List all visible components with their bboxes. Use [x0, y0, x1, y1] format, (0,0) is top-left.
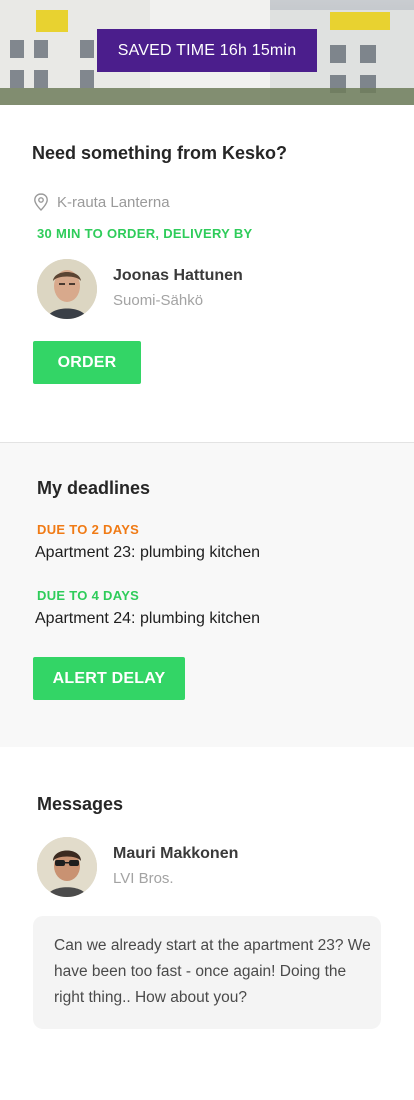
sender-company: LVI Bros.	[113, 870, 174, 887]
avatar	[37, 837, 97, 897]
window	[34, 40, 48, 58]
saved-time-banner: SAVED TIME 16h 15min	[97, 29, 317, 72]
order-section: Need something from Kesko? K-rauta Lante…	[0, 105, 414, 442]
window	[34, 70, 48, 88]
avatar	[37, 259, 97, 319]
window	[330, 45, 346, 63]
greenery	[0, 88, 414, 105]
order-button[interactable]: ORDER	[33, 341, 141, 384]
store-location: K-rauta Lanterna	[57, 194, 170, 211]
deadline-task[interactable]: Apartment 23: plumbing kitchen	[35, 544, 260, 562]
message-bubble[interactable]: Can we already start at the apartment 23…	[33, 916, 381, 1029]
window	[10, 70, 24, 88]
deadline-due-label: DUE TO 4 DAYS	[37, 588, 140, 603]
avatar-portrait	[37, 259, 97, 319]
avatar-portrait	[37, 837, 97, 897]
order-section-title: Need something from Kesko?	[32, 143, 288, 163]
contact-company: Suomi-Sähkö	[113, 292, 204, 309]
contact-name: Joonas Hattunen	[113, 267, 243, 284]
balcony-yellow	[36, 10, 68, 32]
window	[10, 40, 24, 58]
messages-title: Messages	[37, 794, 124, 814]
deadlines-title: My deadlines	[37, 478, 151, 498]
sender-name: Mauri Makkonen	[113, 845, 239, 862]
window	[80, 70, 94, 88]
messages-section: Messages Mauri Makkonen LVI Bros. Can we…	[0, 747, 414, 1100]
deadlines-section: My deadlines DUE TO 2 DAYS Apartment 23:…	[0, 442, 414, 748]
alert-delay-button[interactable]: ALERT DELAY	[33, 657, 185, 700]
window	[360, 45, 376, 63]
order-deadline-notice: 30 MIN TO ORDER, DELIVERY BY	[37, 226, 253, 241]
window	[80, 40, 94, 58]
balcony-yellow	[330, 12, 390, 30]
hero-image: SAVED TIME 16h 15min	[0, 0, 414, 105]
message-text: Can we already start at the apartment 23…	[54, 937, 371, 1006]
deadline-due-label: DUE TO 2 DAYS	[37, 522, 140, 537]
deadline-task[interactable]: Apartment 24: plumbing kitchen	[35, 610, 260, 628]
map-pin-icon	[34, 193, 48, 211]
